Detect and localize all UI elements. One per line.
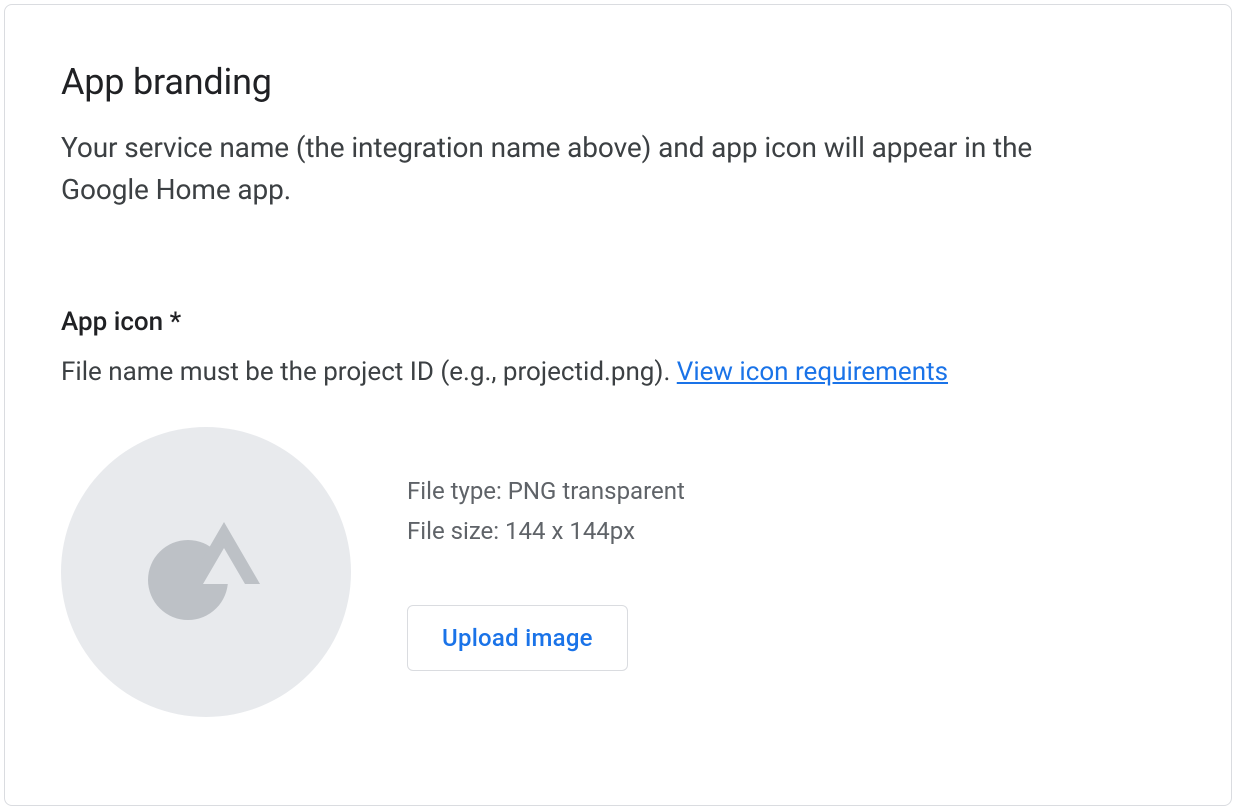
placeholder-shapes-icon [146, 522, 266, 622]
view-icon-requirements-link[interactable]: View icon requirements [677, 357, 948, 387]
hint-text: File name must be the project ID (e.g., … [61, 357, 677, 387]
section-title: App branding [61, 61, 1175, 103]
icon-preview-placeholder [61, 427, 351, 717]
app-branding-card: App branding Your service name (the inte… [4, 4, 1232, 806]
upload-row: File type: PNG transparent File size: 14… [61, 427, 1175, 717]
upload-info: File type: PNG transparent File size: 14… [407, 473, 685, 671]
upload-image-button[interactable]: Upload image [407, 605, 628, 671]
app-icon-hint: File name must be the project ID (e.g., … [61, 357, 1175, 387]
file-type-spec: File type: PNG transparent [407, 473, 685, 509]
file-size-spec: File size: 144 x 144px [407, 513, 685, 549]
section-description: Your service name (the integration name … [61, 127, 1121, 211]
app-icon-label: App icon * [61, 307, 1175, 337]
